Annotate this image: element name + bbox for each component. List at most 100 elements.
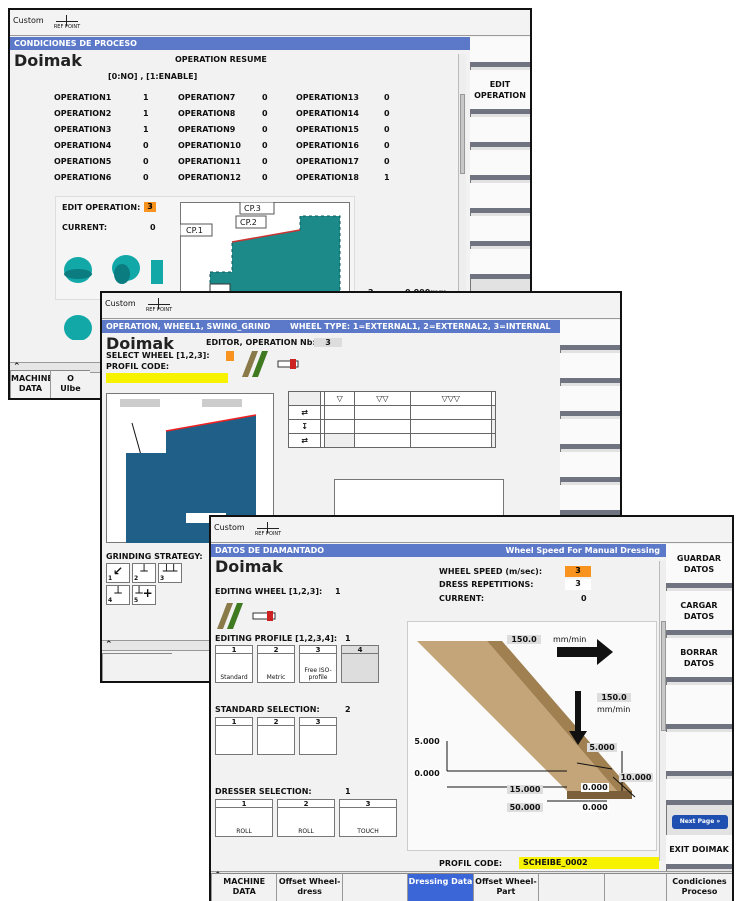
softkey-3[interactable] xyxy=(560,386,620,416)
editing-wheel-value[interactable]: 1 xyxy=(335,587,341,596)
operation-value[interactable]: 0 xyxy=(384,141,390,150)
operation-value[interactable]: 1 xyxy=(143,93,149,102)
softkey-5[interactable] xyxy=(470,183,530,213)
icon-col-4[interactable]: ▽▽▽ xyxy=(409,391,492,406)
speed-right-value[interactable]: 150.0 xyxy=(597,693,631,702)
exit-doimak-button[interactable]: EXIT DOIMAK xyxy=(666,835,732,869)
operation-value[interactable]: 0 xyxy=(262,141,268,150)
guardar-datos-button[interactable]: GUARDAR DATOS xyxy=(666,544,732,588)
operation-value[interactable]: 0 xyxy=(262,157,268,166)
machine-data-key[interactable]: MACHINE DATA xyxy=(10,370,53,398)
softkey-1[interactable] xyxy=(470,37,530,67)
operation-label: OPERATION7 xyxy=(178,93,236,102)
operation-value[interactable]: 1 xyxy=(143,125,149,134)
editor-value[interactable]: 3 xyxy=(314,338,342,347)
icon-col-2[interactable]: ▽ xyxy=(324,391,356,406)
profile-standard-tile[interactable]: 1 Standard xyxy=(215,645,253,683)
softkey-1[interactable] xyxy=(560,320,620,350)
ref-point-icon[interactable]: REF POINT xyxy=(253,519,283,540)
next-page-button[interactable]: Next Page » xyxy=(672,815,728,829)
editing-profile-value[interactable]: 1 xyxy=(345,634,351,643)
strategy-icon[interactable]: ┴ 4 xyxy=(106,585,130,605)
legend-text: [0:NO] , [1:ENABLE] xyxy=(108,72,198,81)
softkey-5[interactable] xyxy=(560,452,620,482)
hk-1[interactable] xyxy=(102,653,172,681)
operation-label: OPERATION5 xyxy=(54,157,112,166)
softkey-4[interactable] xyxy=(666,685,732,729)
offset-wheel-part-key[interactable]: Offset Wheel-Part xyxy=(472,873,539,901)
screen-title: DATOS DE DIAMANTADO xyxy=(215,546,325,555)
strategy-icon[interactable]: ┴┴ 3 xyxy=(158,563,182,583)
dress-rep-input[interactable]: 3 xyxy=(565,579,591,590)
profil-code-input[interactable]: SCHEIBE_0002 xyxy=(519,857,659,869)
softkey-3[interactable] xyxy=(470,117,530,147)
standard-tile-1[interactable]: 1 xyxy=(215,717,253,755)
softkey-4[interactable] xyxy=(470,150,530,180)
operation-value[interactable]: 0 xyxy=(384,125,390,134)
operation-value[interactable]: 0 xyxy=(262,125,268,134)
profil-code-input[interactable] xyxy=(106,373,228,383)
operation-value[interactable]: 0 xyxy=(262,93,268,102)
edit-operation-button[interactable]: EDIT OPERATION xyxy=(470,70,530,114)
dim-5000-right[interactable]: 5.000 xyxy=(587,743,617,752)
dim-10000[interactable]: 10.000 xyxy=(619,773,653,782)
dim-0000-mid[interactable]: 0.000 xyxy=(581,783,609,792)
dresser-touch-tile[interactable]: 3 TOUCH xyxy=(339,799,397,837)
icon-col-5[interactable] xyxy=(490,391,497,406)
speed-top-value[interactable]: 150.0 xyxy=(507,635,541,644)
strategy-table: ▽ ▽▽ ▽▽▽ ⇄ ↧ ⇄ xyxy=(287,391,497,448)
dressing-data-key[interactable]: Dressing Data xyxy=(407,873,473,901)
wheel-speed-input[interactable]: 3 xyxy=(565,566,591,577)
dim-0000-right[interactable]: 0.000 xyxy=(581,803,609,812)
collapse-icon[interactable]: ⌃ xyxy=(105,640,113,650)
operation-value[interactable]: 0 xyxy=(262,109,268,118)
operation-value[interactable]: 0 xyxy=(143,173,149,182)
ref-point-icon[interactable]: REF POINT xyxy=(52,12,82,33)
hk-empty-3[interactable] xyxy=(603,873,669,901)
operation-value[interactable]: 1 xyxy=(384,173,390,182)
borrar-datos-button[interactable]: BORRAR DATOS xyxy=(666,638,732,682)
dresser-sel-value[interactable]: 1 xyxy=(345,787,351,796)
operation-value[interactable]: 1 xyxy=(143,109,149,118)
dresser-roll-tile[interactable]: 1 ROLL xyxy=(215,799,273,837)
strategy-icon[interactable]: ┴ 2 xyxy=(132,563,156,583)
machine-data-key[interactable]: MACHINE DATA xyxy=(211,873,277,901)
standard-tile-2[interactable]: 2 xyxy=(257,717,295,755)
softkey-6[interactable] xyxy=(470,216,530,246)
doimak-logo: Doimak xyxy=(215,557,283,576)
hk-empty-1[interactable] xyxy=(341,873,408,901)
ref-point-icon[interactable]: REF POINT xyxy=(144,295,174,316)
dim-15000[interactable]: 15.000 xyxy=(507,785,543,794)
dim-5000-left[interactable]: 5.000 xyxy=(413,737,441,746)
icon-col-3[interactable]: ▽▽ xyxy=(354,391,411,406)
softkey-2[interactable] xyxy=(560,353,620,383)
operation-value[interactable]: 0 xyxy=(384,93,390,102)
condiciones-proceso-key[interactable]: Condiciones Proceso xyxy=(666,873,732,901)
softkey-5[interactable] xyxy=(666,732,732,776)
operation-value[interactable]: 0 xyxy=(143,157,149,166)
softkey-4[interactable] xyxy=(560,419,620,449)
hk-empty-2[interactable] xyxy=(538,873,604,901)
edit-op-input[interactable]: 3 xyxy=(144,202,156,212)
dresser-roll2-tile[interactable]: 2 ROLL xyxy=(277,799,335,837)
softkey-7[interactable] xyxy=(470,249,530,279)
profile-4-tile[interactable]: 4 xyxy=(341,645,379,683)
dim-50000[interactable]: 50.000 xyxy=(507,803,543,812)
operation-value[interactable]: 0 xyxy=(384,157,390,166)
operation-value[interactable]: 0 xyxy=(262,173,268,182)
softkey-6[interactable] xyxy=(666,779,732,805)
offset-key-partial[interactable]: O Ulbe xyxy=(50,370,90,398)
offset-wheel-dress-key[interactable]: Offset Wheel-dress xyxy=(276,873,342,901)
operation-value[interactable]: 0 xyxy=(143,141,149,150)
cargar-datos-button[interactable]: CARGAR DATOS xyxy=(666,591,732,635)
strategy-icon[interactable]: ┴+ 5 xyxy=(132,585,156,605)
profile-free-tile[interactable]: 3 Free ISO-profile xyxy=(299,645,337,683)
operation-value[interactable]: 0 xyxy=(384,109,390,118)
dim-0000-left[interactable]: 0.000 xyxy=(413,769,441,778)
select-wheel-input[interactable] xyxy=(226,351,234,361)
profile-metric-tile[interactable]: 2 Metric xyxy=(257,645,295,683)
standard-sel-value[interactable]: 2 xyxy=(345,705,351,714)
standard-tile-3[interactable]: 3 xyxy=(299,717,337,755)
strategy-icon[interactable]: ↙ 1 xyxy=(106,563,130,583)
softkey-6[interactable] xyxy=(560,485,620,515)
